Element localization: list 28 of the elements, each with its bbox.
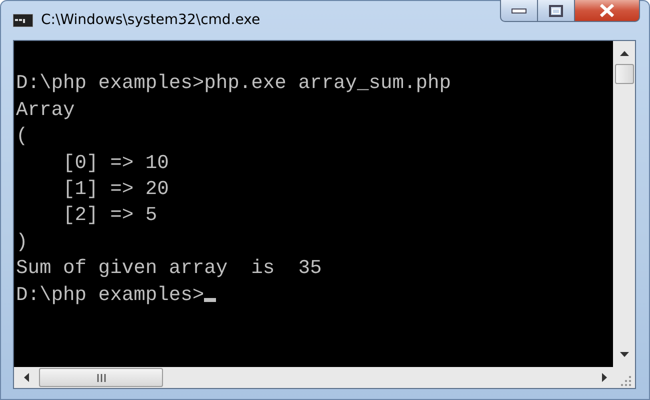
horizontal-scrollbar[interactable] — [14, 367, 635, 388]
scroll-left-icon[interactable] — [24, 373, 29, 382]
close-icon — [599, 4, 615, 17]
scroll-up-icon[interactable] — [620, 51, 628, 56]
scroll-right-icon[interactable] — [602, 373, 607, 382]
grip-icon — [96, 374, 106, 382]
console-line: [2] => 5 — [62, 204, 158, 226]
console-line: [0] => 10 — [62, 152, 169, 174]
resize-grip-icon[interactable] — [621, 376, 631, 386]
console-line: ( — [16, 125, 28, 148]
console-line: [1] => 20 — [62, 178, 169, 200]
maximize-icon — [549, 4, 563, 16]
console-line: Array — [16, 98, 75, 121]
text-cursor — [204, 298, 216, 302]
scrollbar-thumb[interactable] — [614, 64, 634, 84]
console-line: D:\php examples>php.exe array_sum.php — [16, 72, 452, 94]
console-line: D:\php examples> — [16, 284, 204, 306]
maximize-button[interactable] — [538, 0, 575, 22]
window-title: C:\Windows\system32\cmd.exe — [41, 11, 260, 30]
minimize-icon — [511, 8, 527, 14]
close-button[interactable] — [575, 0, 640, 22]
console-line: ) — [16, 230, 28, 253]
console-app-icon — [13, 14, 33, 27]
minimize-button[interactable] — [500, 0, 538, 22]
console-line: Sum of given array is 35 — [16, 257, 322, 280]
scrollbar-thumb[interactable] — [39, 368, 163, 387]
vertical-scrollbar[interactable] — [613, 41, 635, 367]
scroll-down-icon[interactable] — [620, 352, 628, 357]
